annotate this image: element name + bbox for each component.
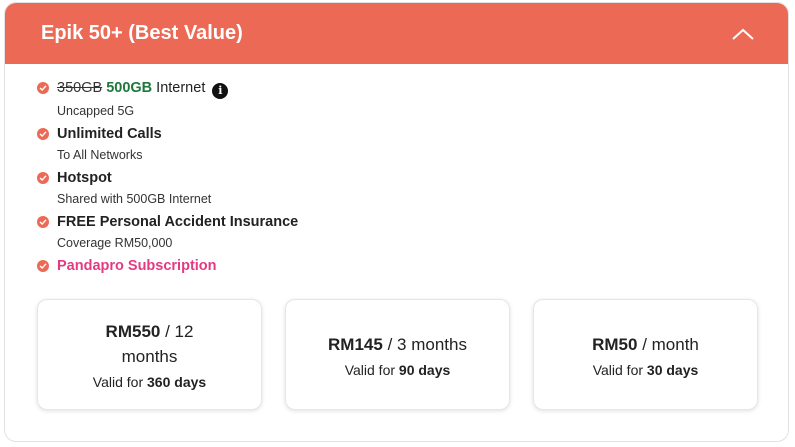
option-price: RM50 / month (592, 334, 699, 354)
hotspot-subtitle: Shared with 500GB Internet (57, 191, 212, 206)
pandapro-title[interactable]: Pandapro Subscription (57, 258, 217, 275)
feature-calls: Unlimited Calls To All Networks (37, 126, 788, 163)
check-icon (37, 127, 49, 140)
new-data-quota: 500GB (106, 80, 153, 96)
option-validity: Valid for 90 days (344, 361, 451, 378)
calls-subtitle: To All Networks (57, 147, 143, 162)
calls-title: Unlimited Calls (57, 125, 162, 142)
option-price: RM145 / 3 months (328, 334, 467, 354)
insurance-title: FREE Personal Accident Insurance (57, 213, 299, 230)
option-validity: Valid for 360 days (92, 374, 207, 390)
feature-pandapro: Pandapro Subscription (37, 258, 788, 275)
feature-insurance: FREE Personal Accident Insurance Coverag… (37, 214, 788, 251)
check-icon (37, 171, 49, 184)
feature-internet: 350GB 500GB Internet i Uncapped 5G (37, 80, 788, 119)
feature-list: 350GB 500GB Internet i Uncapped 5G Unlim… (5, 64, 788, 275)
internet-label: Internet (156, 80, 206, 96)
check-icon (37, 82, 49, 94)
check-icon (37, 259, 49, 272)
feature-hotspot: Hotspot Shared with 500GB Internet (37, 170, 788, 207)
info-icon[interactable]: i (212, 82, 229, 99)
check-icon (37, 215, 49, 228)
option-price: RM550 / 12 months (105, 322, 194, 366)
plan-header[interactable]: Epik 50+ (Best Value) (5, 3, 788, 64)
price-option-3-months[interactable]: RM145 / 3 months Valid for 90 days (285, 299, 510, 410)
hotspot-title: Hotspot (57, 169, 112, 186)
internet-subtitle: Uncapped 5G (57, 103, 135, 118)
chevron-up-icon[interactable] (732, 28, 754, 40)
plan-title: Epik 50+ (Best Value) (41, 22, 243, 44)
price-option-1-month[interactable]: RM50 / month Valid for 30 days (533, 299, 758, 410)
option-validity: Valid for 30 days (592, 361, 699, 378)
price-options: RM550 / 12 months Valid for 360 days RM1… (37, 299, 758, 410)
plan-card: Epik 50+ (Best Value) 350GB 500GB Intern… (4, 2, 789, 442)
price-option-12-months[interactable]: RM550 / 12 months Valid for 360 days (37, 299, 262, 410)
old-data-quota: 350GB (57, 80, 103, 96)
insurance-subtitle: Coverage RM50,000 (57, 235, 173, 250)
